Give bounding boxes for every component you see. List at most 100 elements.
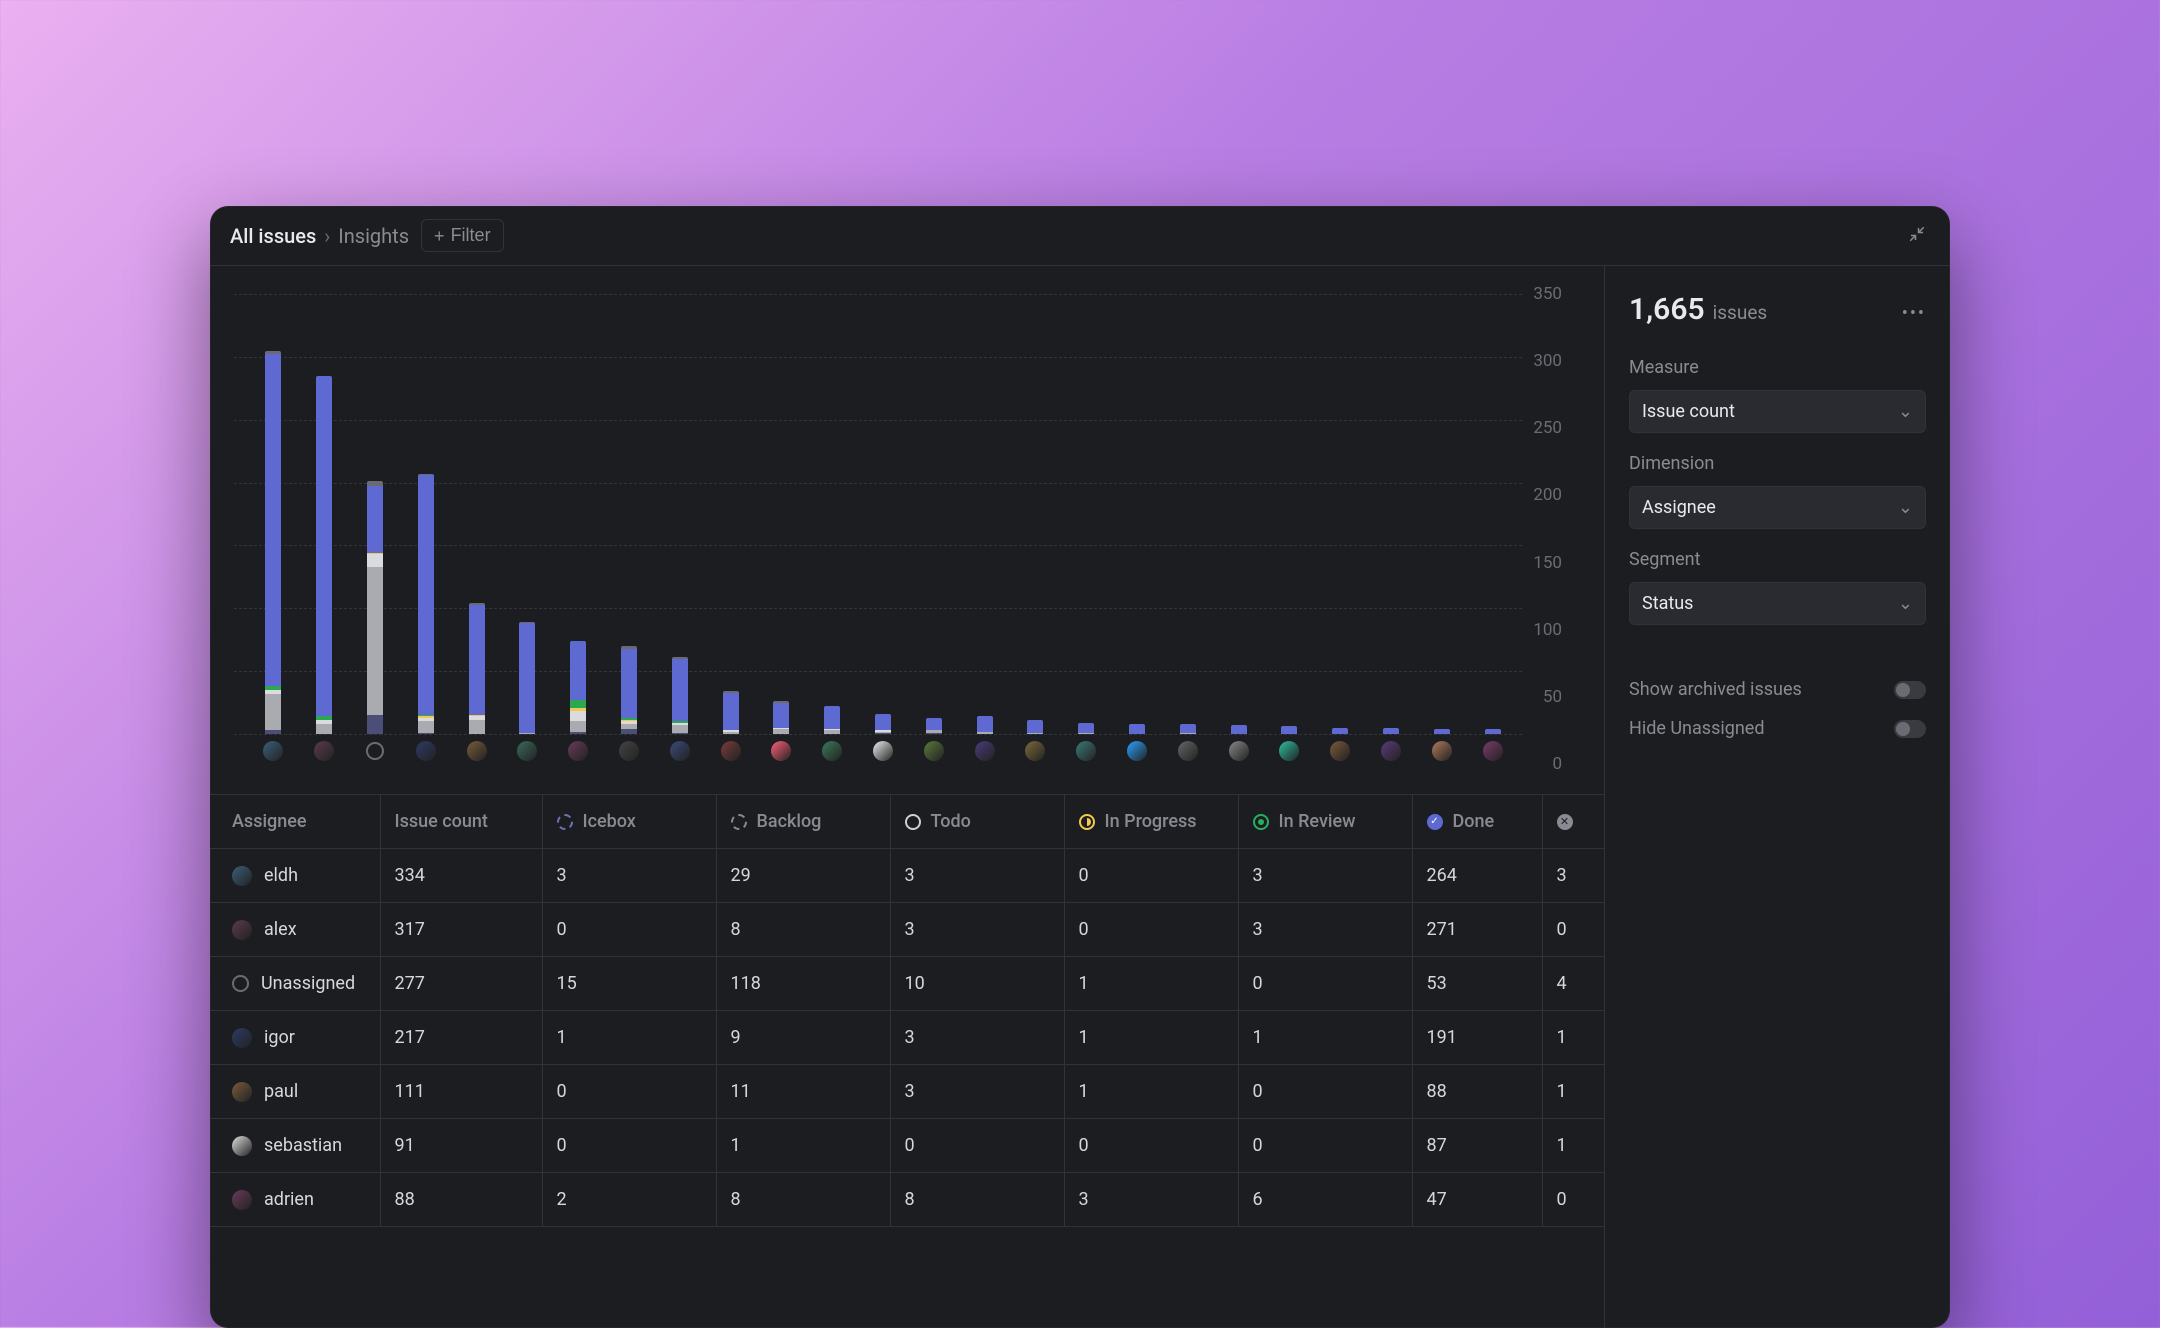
bar-column[interactable]: [654, 294, 705, 734]
table-cell: 8: [716, 903, 890, 957]
dimension-value: Assignee: [1642, 497, 1716, 518]
column-header-label: Backlog: [757, 811, 822, 832]
bar-column[interactable]: [502, 294, 553, 734]
bar-segment-backlog: [1078, 733, 1094, 734]
bar-segment-done: [316, 376, 332, 717]
column-header[interactable]: Assignee: [210, 795, 380, 849]
table-cell: 3: [890, 849, 1064, 903]
todo-status-icon: [905, 814, 921, 830]
assignee-name: paul: [264, 1081, 298, 1102]
bar-column[interactable]: [858, 294, 909, 734]
y-tick-label: 50: [1543, 687, 1562, 707]
bar-column[interactable]: [1366, 294, 1417, 734]
bar-column[interactable]: [400, 294, 451, 734]
avatar: [975, 741, 995, 761]
assignee-name: alex: [264, 919, 297, 940]
bar-column[interactable]: [908, 294, 959, 734]
bar-segment-done: [265, 354, 281, 686]
table-row[interactable]: eldh3343293032643: [210, 849, 1604, 903]
table-cell: 0: [1238, 1119, 1412, 1173]
more-icon[interactable]: •••: [1902, 303, 1926, 324]
assignee-name: eldh: [264, 865, 298, 886]
avatar: [232, 975, 249, 992]
toggle-unassigned[interactable]: [1894, 720, 1926, 738]
column-header[interactable]: ✕: [1542, 795, 1604, 849]
bar-column[interactable]: [1061, 294, 1112, 734]
bar-segment-done: [1129, 724, 1145, 734]
table-cell: 334: [380, 849, 542, 903]
avatar: [1229, 741, 1249, 761]
column-header[interactable]: In Progress: [1064, 795, 1238, 849]
body: 050100150200250300350 AssigneeIssue coun…: [210, 266, 1950, 1328]
bar-column[interactable]: [1112, 294, 1163, 734]
table-cell: 0: [1542, 1173, 1604, 1227]
toggle-archived-label: Show archived issues: [1629, 679, 1802, 700]
column-header[interactable]: Todo: [890, 795, 1064, 849]
table-cell: 1: [542, 1011, 716, 1065]
table-row[interactable]: alex317083032710: [210, 903, 1604, 957]
dimension-select[interactable]: Assignee ⌄: [1629, 486, 1926, 529]
bar-segment-done: [875, 714, 891, 730]
column-header[interactable]: In Review: [1238, 795, 1412, 849]
column-header-label: In Review: [1279, 811, 1356, 832]
table-cell: 1: [1542, 1119, 1604, 1173]
bar-column[interactable]: [1416, 294, 1467, 734]
bar-chart: 050100150200250300350: [234, 294, 1580, 764]
toggle-archived[interactable]: [1894, 681, 1926, 699]
collapse-icon[interactable]: [1904, 220, 1930, 252]
column-header[interactable]: Backlog: [716, 795, 890, 849]
bar-column[interactable]: [959, 294, 1010, 734]
breadcrumb: All issues › Insights: [230, 224, 409, 248]
bar-column[interactable]: [350, 294, 401, 734]
bar-segment-done: [1180, 724, 1196, 733]
table-row[interactable]: Unassigned277151181010534: [210, 957, 1604, 1011]
table-row[interactable]: sebastian9101000871: [210, 1119, 1604, 1173]
table-row[interactable]: adrien8828836470: [210, 1173, 1604, 1227]
bar-segment-done: [621, 649, 637, 718]
bar-column[interactable]: [604, 294, 655, 734]
breadcrumb-separator: ›: [324, 224, 330, 248]
bar-column[interactable]: [807, 294, 858, 734]
bar-segment-done: [1231, 725, 1247, 734]
column-header[interactable]: Icebox: [542, 795, 716, 849]
avatar: [314, 741, 334, 761]
table-cell: 53: [1412, 957, 1542, 1011]
column-header[interactable]: Issue count: [380, 795, 542, 849]
bar-column[interactable]: [1213, 294, 1264, 734]
table-cell: 264: [1412, 849, 1542, 903]
bar-segment-icebox: [926, 733, 942, 734]
bar-segment-icebox: [418, 733, 434, 734]
table-row[interactable]: igor217193111911: [210, 1011, 1604, 1065]
avatar: [1279, 741, 1299, 761]
bar-segment-backlog: [265, 694, 281, 730]
y-tick-label: 100: [1533, 620, 1562, 640]
bar-segment-backlog: [1027, 733, 1043, 734]
avatar: [232, 1082, 252, 1102]
bar-column[interactable]: [451, 294, 502, 734]
measure-value: Issue count: [1642, 401, 1735, 422]
bar-column[interactable]: [1467, 294, 1518, 734]
measure-label: Measure: [1629, 357, 1926, 378]
bar-column[interactable]: [1010, 294, 1061, 734]
table-scroll[interactable]: AssigneeIssue countIcebox Backlog TodoIn P…: [210, 795, 1604, 1328]
segment-select[interactable]: Status ⌄: [1629, 582, 1926, 625]
avatar: [1483, 741, 1503, 761]
bar-segment-backlog: [824, 730, 840, 734]
total-count: 1,665: [1629, 292, 1705, 327]
table-cell: 1: [1238, 1011, 1412, 1065]
table-row[interactable]: paul111011310881: [210, 1065, 1604, 1119]
bar-column[interactable]: [1264, 294, 1315, 734]
breadcrumb-root[interactable]: All issues: [230, 224, 316, 248]
measure-select[interactable]: Issue count ⌄: [1629, 390, 1926, 433]
bar-column[interactable]: [1162, 294, 1213, 734]
avatar: [1178, 741, 1198, 761]
bar-column[interactable]: [248, 294, 299, 734]
column-header[interactable]: ✓Done: [1412, 795, 1542, 849]
bar-column[interactable]: [1315, 294, 1366, 734]
y-tick-label: 0: [1552, 754, 1562, 774]
bar-column[interactable]: [756, 294, 807, 734]
bar-column[interactable]: [705, 294, 756, 734]
bar-column[interactable]: [553, 294, 604, 734]
filter-button[interactable]: + Filter: [421, 219, 504, 252]
bar-column[interactable]: [299, 294, 350, 734]
